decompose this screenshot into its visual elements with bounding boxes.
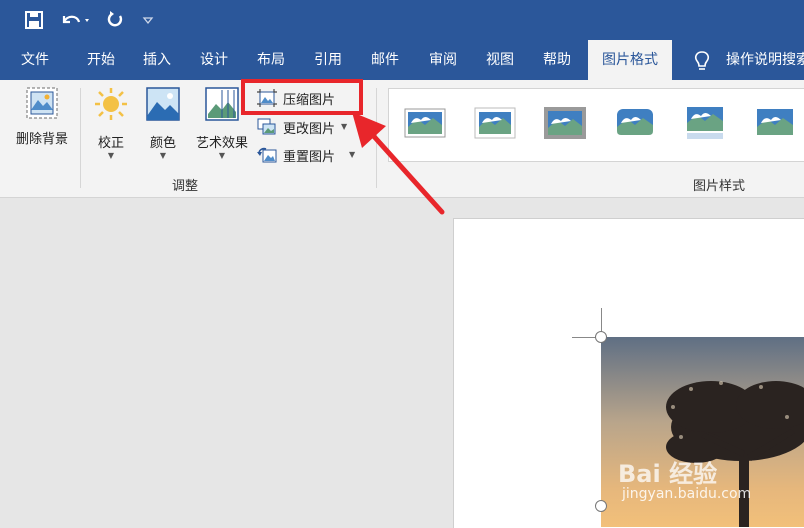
change-picture-icon (257, 118, 276, 135)
tab-mailings[interactable]: 邮件 (371, 40, 399, 80)
title-bar (0, 0, 804, 40)
tab-references[interactable]: 引用 (314, 40, 342, 80)
save-icon[interactable] (22, 8, 46, 32)
remove-background-icon (26, 87, 58, 119)
tab-picture-format[interactable]: 图片格式 (588, 40, 672, 80)
remove-background-button[interactable]: 删除背景 (8, 86, 76, 147)
lightbulb-icon (693, 50, 711, 76)
chevron-down-icon: ▼ (159, 151, 167, 160)
tab-help[interactable]: 帮助 (543, 40, 571, 80)
picture-color-icon (146, 87, 180, 121)
reset-picture-label: 重置图片 (283, 149, 336, 165)
picture-style-option[interactable] (613, 103, 657, 143)
change-picture-button[interactable]: 更改图片 ▼ (257, 115, 347, 139)
tell-me-search[interactable]: 操作说明搜索 (726, 40, 804, 80)
tab-view[interactable]: 视图 (486, 40, 514, 80)
watermark-url: jingyan.baidu.com (622, 486, 752, 502)
watermark-brand: Bai 经验 (618, 460, 718, 488)
artistic-effects-icon (205, 87, 239, 121)
remove-background-label: 删除背景 (15, 132, 68, 147)
undo-icon[interactable] (58, 8, 94, 32)
reset-picture-icon (257, 147, 277, 163)
group-label-picture-styles: 图片样式 (693, 179, 746, 194)
picture-style-option[interactable] (473, 103, 517, 143)
tab-insert[interactable]: 插入 (143, 40, 171, 80)
picture-style-option[interactable] (753, 103, 797, 143)
separator (80, 88, 81, 188)
redo-icon[interactable] (104, 8, 126, 32)
chevron-down-icon: ▼ (107, 151, 115, 160)
tab-design[interactable]: 设计 (200, 40, 228, 80)
tab-review[interactable]: 审阅 (429, 40, 457, 80)
corrections-label: 校正 (97, 136, 124, 151)
chevron-down-icon: ▼ (218, 151, 226, 160)
picture-style-option[interactable] (543, 103, 587, 143)
corrections-button[interactable]: 校正 ▼ (88, 86, 134, 161)
tab-layout[interactable]: 布局 (257, 40, 285, 80)
resize-handle[interactable] (595, 500, 607, 512)
tab-home[interactable]: 开始 (87, 40, 115, 80)
ribbon-tabs: 文件 开始 插入 设计 布局 引用 邮件 审阅 视图 帮助 图片格式 操作说明搜… (0, 40, 804, 80)
artistic-effects-label: 艺术效果 (195, 136, 248, 151)
sun-icon (95, 88, 127, 120)
red-arrow-icon (352, 112, 445, 215)
picture-style-option[interactable] (683, 103, 727, 143)
color-button[interactable]: 颜色 ▼ (142, 86, 184, 161)
resize-handle[interactable] (595, 331, 607, 343)
group-label-adjust: 调整 (172, 179, 199, 194)
picture-styles-gallery (388, 88, 804, 162)
change-picture-label: 更改图片 (283, 121, 336, 137)
tab-file[interactable]: 文件 (21, 40, 49, 80)
color-label: 颜色 (149, 136, 176, 151)
customize-toolbar-icon[interactable] (140, 8, 156, 32)
